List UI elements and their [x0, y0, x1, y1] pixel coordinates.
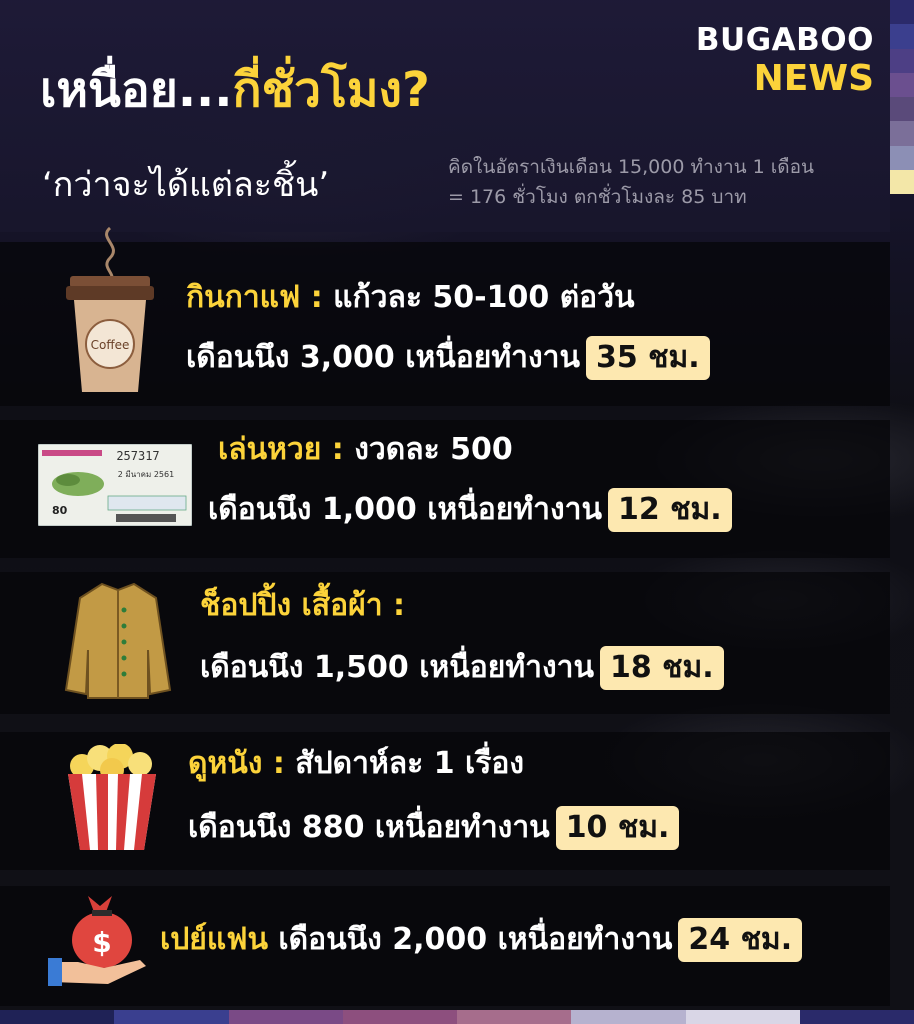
- item-line2-clothes: เดือนนึง 1,500 เหนื่อยทำงาน 18 ชม.: [200, 646, 724, 690]
- popcorn-icon: [64, 743, 160, 852]
- ticket-price: 80: [52, 504, 68, 517]
- jacket-icon: [64, 580, 172, 700]
- item-line2-coffee: เดือนนึง 3,000 เหนื่อยทำงาน 35 ชม.: [186, 336, 710, 380]
- coffee-cup-label: Coffee: [91, 338, 130, 352]
- item-detail: งวดละ 500: [343, 432, 513, 467]
- item-category: เปย์แฟน: [160, 922, 268, 957]
- item-detail: แก้วละ 50-100 ต่อวัน: [322, 280, 635, 315]
- coffee-cup-icon: Coffee: [64, 226, 156, 396]
- bar-swatch: [114, 1010, 229, 1024]
- bar-swatch: [799, 1010, 914, 1024]
- strip-swatch: [890, 170, 914, 195]
- item-category: กินกาแฟ :: [186, 280, 323, 315]
- title-part2: กี่ชั่วโมง?: [232, 62, 430, 118]
- bar-swatch: [342, 1010, 457, 1024]
- strip-swatch: [890, 97, 914, 122]
- item-category: ช็อปปิ้ง เสื้อผ้า :: [200, 588, 406, 623]
- item-line1-lottery: เล่นหวย : งวดละ 500: [218, 428, 513, 472]
- brand-logo: BUGABOO NEWS: [696, 22, 874, 100]
- calculation-note: คิดในอัตราเงินเดือน 15,000 ทำงาน 1 เดือน…: [448, 152, 814, 212]
- page-title: เหนื่อย...กี่ชั่วโมง?: [40, 58, 430, 122]
- item-category: เล่นหวย :: [218, 432, 344, 467]
- subtitle: ‘กว่าจะได้แต่ละชิ้น’: [42, 165, 330, 205]
- bar-swatch: [228, 1010, 343, 1024]
- note-line2: = 176 ชั่วโมง ตกชั่วโมงละ 85 บาท: [448, 186, 747, 208]
- item-cost: เดือนนึง 1,500 เหนื่อยทำงาน: [200, 650, 594, 685]
- item-line1-coffee: กินกาแฟ : แก้วละ 50-100 ต่อวัน: [186, 276, 635, 320]
- strip-swatch: [890, 145, 914, 171]
- ticket-date: 2 มีนาคม 2561: [118, 470, 174, 479]
- hours-badge: 10 ชม.: [555, 806, 680, 850]
- strip-swatch: [890, 121, 914, 146]
- strip-swatch: [890, 48, 914, 73]
- item-line2-lottery: เดือนนึง 1,000 เหนื่อยทำงาน 12 ชม.: [208, 488, 732, 532]
- item-category: ดูหนัง :: [188, 746, 285, 781]
- hours-badge: 12 ชม.: [607, 488, 732, 532]
- money-bag-hand-icon: $: [48, 888, 152, 988]
- color-bar-bottom: [0, 1010, 914, 1024]
- strip-swatch: [890, 24, 914, 49]
- bar-swatch: [571, 1010, 686, 1024]
- item-detail: สัปดาห์ละ 1 เรื่อง: [284, 746, 525, 781]
- hours-badge: 24 ชม.: [678, 918, 803, 962]
- color-strip: [890, 0, 914, 195]
- hours-badge: 18 ชม.: [599, 646, 724, 690]
- item-cost: เดือนนึง 2,000 เหนื่อยทำงาน: [267, 922, 673, 957]
- lottery-ticket-icon: 257317 2 มีนาคม 2561 80: [37, 443, 193, 527]
- strip-swatch: [890, 0, 914, 25]
- svg-text:$: $: [92, 926, 111, 959]
- title-part1: เหนื่อย...: [40, 62, 233, 118]
- hours-badge: 35 ชม.: [585, 336, 710, 380]
- item-cost: เดือนนึง 1,000 เหนื่อยทำงาน: [208, 492, 602, 527]
- brand-line2: NEWS: [753, 58, 874, 99]
- bar-swatch: [0, 1010, 115, 1024]
- item-cost: เดือนนึง 880 เหนื่อยทำงาน: [188, 810, 550, 845]
- item-line-girlfriend: เปย์แฟน เดือนนึง 2,000 เหนื่อยทำงาน 24 ชม…: [160, 918, 803, 962]
- bar-swatch: [685, 1010, 800, 1024]
- strip-swatch: [890, 72, 914, 98]
- item-line1-movie: ดูหนัง : สัปดาห์ละ 1 เรื่อง: [188, 742, 524, 786]
- item-cost: เดือนนึง 3,000 เหนื่อยทำงาน: [186, 340, 580, 375]
- brand-line1: BUGABOO: [695, 22, 874, 58]
- item-line2-movie: เดือนนึง 880 เหนื่อยทำงาน 10 ชม.: [188, 806, 680, 850]
- bar-swatch: [457, 1010, 572, 1024]
- note-line1: คิดในอัตราเงินเดือน 15,000 ทำงาน 1 เดือน: [448, 156, 815, 178]
- ticket-number: 257317: [116, 449, 159, 463]
- item-line1-clothes: ช็อปปิ้ง เสื้อผ้า :: [200, 584, 405, 628]
